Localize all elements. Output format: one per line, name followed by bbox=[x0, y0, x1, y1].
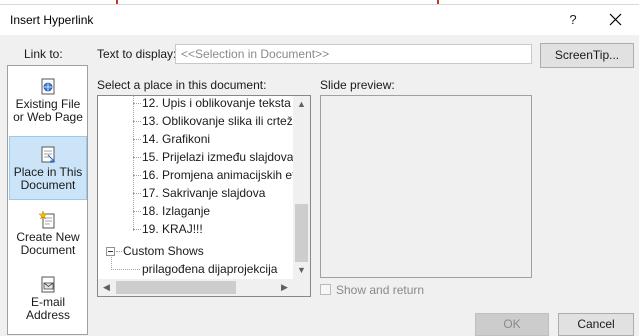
close-button[interactable] bbox=[600, 9, 630, 31]
close-icon bbox=[609, 13, 621, 26]
tree-guide-line bbox=[133, 211, 141, 212]
document-place-icon bbox=[41, 146, 56, 163]
scroll-down-arrow-icon[interactable]: ▼ bbox=[293, 262, 310, 279]
insert-hyperlink-dialog: Insert Hyperlink ? Link to: Text to disp… bbox=[0, 4, 639, 336]
scroll-right-arrow-icon[interactable]: ▶ bbox=[276, 279, 293, 296]
scroll-thumb[interactable] bbox=[116, 281, 236, 294]
tree-horizontal-scrollbar[interactable]: ◀ ▶ bbox=[98, 279, 293, 296]
link-item-label: Address bbox=[25, 308, 71, 322]
tree-guide-line bbox=[133, 139, 141, 140]
tree-guide-line bbox=[116, 251, 122, 252]
link-existing-file[interactable]: Existing File or Web Page bbox=[9, 78, 87, 124]
tree-item-slide[interactable]: 14. Grafikoni bbox=[142, 132, 210, 146]
collapse-toggle[interactable] bbox=[106, 247, 115, 256]
checkbox-box[interactable] bbox=[320, 284, 331, 295]
web-page-icon bbox=[41, 78, 55, 95]
document-place-tree[interactable]: 12. Upis i oblikovanje teksta 13. Obliko… bbox=[97, 95, 311, 297]
select-place-label: Select a place in this document: bbox=[97, 78, 267, 92]
tree-vertical-scrollbar[interactable]: ▲ ▼ bbox=[293, 96, 310, 279]
scroll-up-arrow-icon[interactable]: ▲ bbox=[293, 96, 310, 113]
text-to-display-label: Text to display: bbox=[97, 47, 177, 61]
tree-item-slide[interactable]: 12. Upis i oblikovanje teksta bbox=[142, 96, 291, 110]
show-and-return-checkbox[interactable]: Show and return bbox=[320, 283, 424, 297]
link-place-in-document[interactable]: Place in This Document bbox=[9, 136, 87, 200]
tree-guide-line bbox=[133, 157, 141, 158]
link-create-new-document[interactable]: Create New Document bbox=[9, 211, 87, 257]
help-button[interactable]: ? bbox=[560, 9, 586, 31]
screentip-button[interactable]: ScreenTip... bbox=[540, 43, 634, 68]
tree-item-custom-show[interactable]: prilagođena dijaprojekcija bbox=[142, 262, 277, 276]
tree-item-slide[interactable]: 16. Promjena animacijskih ef bbox=[142, 168, 295, 182]
link-item-label: Document bbox=[20, 243, 76, 257]
link-item-label: Document bbox=[20, 178, 76, 192]
title-bar: Insert Hyperlink ? bbox=[0, 5, 639, 35]
scroll-thumb[interactable] bbox=[295, 204, 308, 262]
tree-item-slide[interactable]: 19. KRAJ!!! bbox=[142, 222, 203, 236]
show-and-return-label: Show and return bbox=[336, 283, 425, 297]
scrollbar-corner bbox=[293, 279, 310, 296]
slide-preview-label: Slide preview: bbox=[320, 78, 395, 92]
tree-guide-line bbox=[133, 193, 141, 194]
slide-preview-box bbox=[320, 95, 532, 278]
new-document-icon bbox=[39, 211, 55, 229]
link-item-label: or Web Page bbox=[13, 110, 83, 124]
scroll-left-arrow-icon[interactable]: ◀ bbox=[98, 279, 115, 296]
tree-item-slide[interactable]: 15. Prijelazi između slajdova bbox=[142, 150, 293, 164]
tree-item-slide[interactable]: 17. Sakrivanje slajdova bbox=[142, 186, 265, 200]
link-to-bar: Existing File or Web Page Place in This … bbox=[7, 65, 88, 335]
link-to-label: Link to: bbox=[24, 47, 63, 61]
tree-guide-line bbox=[133, 121, 141, 122]
email-icon bbox=[41, 276, 55, 293]
link-email-address[interactable]: E-mail Address bbox=[9, 276, 87, 322]
tree-guide-line bbox=[111, 269, 140, 270]
tree-item-slide[interactable]: 18. Izlaganje bbox=[142, 204, 210, 218]
cancel-button[interactable]: Cancel bbox=[558, 313, 634, 336]
tree-item-slide[interactable]: 13. Oblikovanje slika ili crteža bbox=[142, 114, 299, 128]
tree-guide-line bbox=[133, 175, 141, 176]
tree-item-custom-shows[interactable]: Custom Shows bbox=[123, 244, 204, 258]
ok-button[interactable]: OK bbox=[475, 313, 549, 336]
text-to-display-field[interactable] bbox=[175, 44, 532, 64]
tree-guide-line bbox=[133, 103, 141, 104]
tree-guide-line bbox=[133, 229, 141, 230]
dialog-title: Insert Hyperlink bbox=[10, 13, 94, 27]
